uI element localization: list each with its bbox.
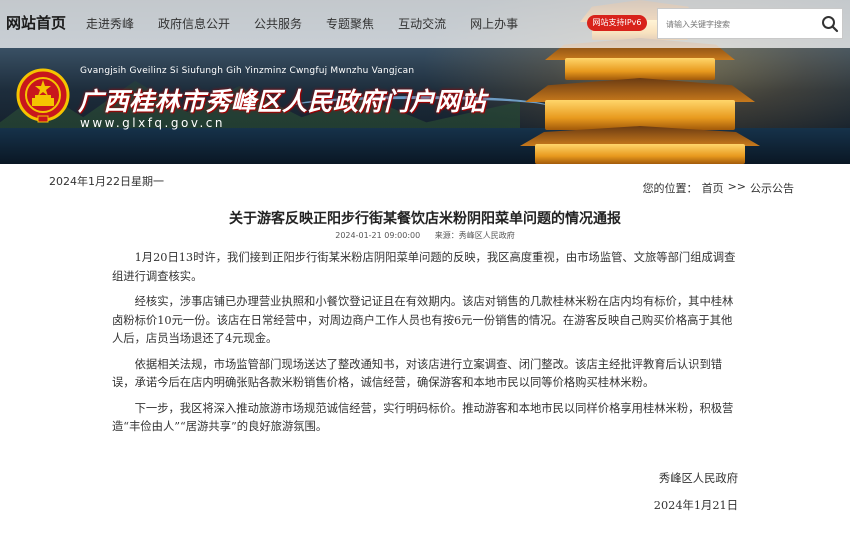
nav-item-online-service[interactable]: 网上办事 bbox=[470, 15, 518, 32]
article-body: 1月20日13时许，我们接到正阳步行街某米粉店阴阳菜单问题的反映，我区高度重视，… bbox=[112, 249, 742, 444]
breadcrumb: 您的位置： 首页 >> 公示公告 bbox=[643, 180, 798, 196]
article-paragraph: 下一步，我区将深入推动旅游市场规范诚信经营，实行明码标价。推动游客和本地市民以同… bbox=[112, 401, 734, 434]
article-paragraph: 1月20日13时许，我们接到正阳步行街某米粉店阴阳菜单问题的反映，我区高度重视，… bbox=[112, 251, 736, 283]
article-source: 来源：秀峰区人民政府 bbox=[435, 231, 515, 240]
search-icon[interactable] bbox=[820, 14, 840, 34]
nav-item-topics[interactable]: 专题聚焦 bbox=[326, 15, 374, 32]
site-title: 广西桂林市秀峰区人民政府门户网站 bbox=[78, 87, 487, 116]
breadcrumb-prefix: 您的位置： bbox=[642, 182, 698, 195]
nav-item-about[interactable]: 走进秀峰 bbox=[86, 15, 134, 32]
nav-home-link[interactable]: 网站首页 bbox=[6, 12, 66, 33]
top-nav: 网站首页 走进秀峰 政府信息公开 公共服务 专题聚焦 互动交流 网上办事 网站支… bbox=[0, 0, 850, 48]
ipv6-badge: 网站支持IPv6 bbox=[587, 15, 647, 31]
article-sign-date: 2024年1月21日 bbox=[653, 499, 738, 512]
article-paragraph: 依据相关法规，市场监管部门现场送达了整改通知书，对该店进行立案调查、闭门整改。该… bbox=[112, 357, 723, 390]
breadcrumb-separator: >> bbox=[727, 180, 746, 193]
nav-menu: 走进秀峰 政府信息公开 公共服务 专题聚焦 互动交流 网上办事 bbox=[86, 15, 542, 32]
nav-item-gov-info[interactable]: 政府信息公开 bbox=[158, 15, 230, 32]
breadcrumb-current-link[interactable]: 公示公告 bbox=[750, 180, 794, 196]
nav-item-interaction[interactable]: 互动交流 bbox=[398, 15, 446, 32]
article-paragraph: 经核实，涉事店铺已办理营业执照和小餐饮登记证且在有效期内。该店对销售的几款桂林米… bbox=[112, 295, 734, 345]
article-title: 关于游客反映正阳步行街某餐饮店米粉阴阳菜单问题的情况通报 bbox=[229, 211, 621, 227]
article-meta: 2024-01-21 09:00:00 来源：秀峰区人民政府 bbox=[0, 230, 850, 241]
article-source-value: 秀峰区人民政府 bbox=[458, 231, 515, 240]
current-date: 2024年1月22日星期一 bbox=[49, 175, 164, 188]
breadcrumb-home-link[interactable]: 首页 bbox=[702, 180, 724, 196]
nav-item-public-service[interactable]: 公共服务 bbox=[254, 15, 302, 32]
search-box bbox=[657, 8, 843, 39]
article-publish-time: 2024-01-21 09:00:00 bbox=[335, 231, 421, 240]
article-signature: 秀峰区人民政府 bbox=[658, 472, 738, 485]
search-input[interactable] bbox=[666, 15, 814, 33]
site-url: www.glxfq.gov.cn bbox=[80, 116, 226, 130]
site-pinyin-name: Gvangjsih Gveilinz Si Siufungh Gih Yinzm… bbox=[80, 66, 415, 76]
national-emblem-icon bbox=[16, 68, 70, 124]
article-source-label: 来源： bbox=[434, 231, 459, 240]
